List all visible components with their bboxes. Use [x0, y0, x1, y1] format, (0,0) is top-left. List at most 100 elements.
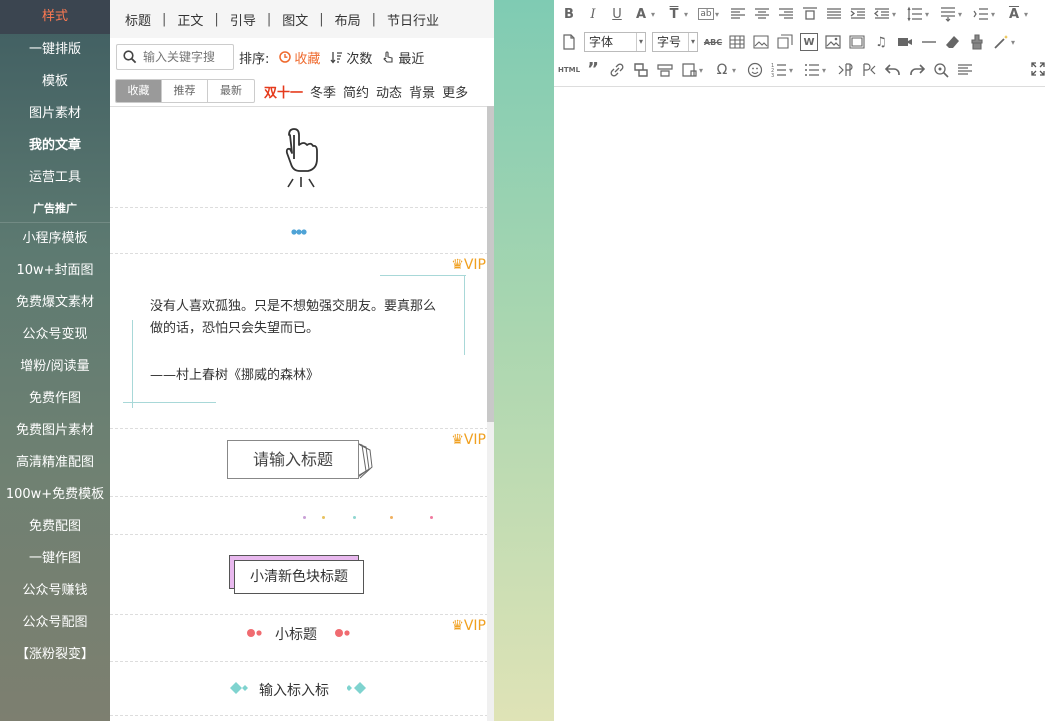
undo-icon[interactable]: [884, 61, 902, 79]
search-box[interactable]: [116, 44, 234, 70]
font-color-icon[interactable]: A: [632, 5, 650, 23]
search-replace-icon[interactable]: [932, 61, 950, 79]
word-import-icon[interactable]: W: [800, 33, 818, 51]
sidebar-item[interactable]: 广告推广: [0, 194, 110, 223]
sidebar-item[interactable]: 【涨粉裂变】: [0, 639, 110, 671]
background-color-dropdown-icon[interactable]: ▾: [684, 10, 692, 19]
magic-wand-dropdown-icon[interactable]: ▾: [1011, 38, 1019, 47]
link-icon[interactable]: [608, 61, 626, 79]
letter-spacing-icon[interactable]: [972, 5, 990, 23]
text-case-icon[interactable]: ab: [698, 8, 714, 20]
font-size-select[interactable]: 字号 ▾: [652, 32, 698, 52]
sort-favorites-button[interactable]: 收藏: [279, 48, 320, 67]
unordered-list-icon[interactable]: [803, 61, 821, 79]
picture-frame-icon[interactable]: [848, 33, 866, 51]
blockquote-icon[interactable]: ”: [584, 61, 602, 79]
category-tab[interactable]: 布局: [328, 10, 368, 29]
sidebar-item[interactable]: 运营工具: [0, 162, 110, 194]
align-top-icon[interactable]: [801, 5, 819, 23]
insert-frame-icon[interactable]: [680, 61, 698, 79]
text-case-dropdown-icon[interactable]: ▾: [715, 10, 723, 19]
template-icon[interactable]: [656, 61, 674, 79]
filter-tag[interactable]: 简约: [343, 82, 369, 101]
font-family-select[interactable]: 字体 ▾: [584, 32, 646, 52]
line-spacing-icon[interactable]: [906, 5, 924, 23]
search-input[interactable]: [143, 50, 233, 64]
filter-tag[interactable]: 更多: [442, 82, 468, 101]
sort-count-button[interactable]: 次数: [330, 48, 372, 67]
filter-tag[interactable]: 背景: [409, 82, 435, 101]
align-right-icon[interactable]: [777, 5, 795, 23]
music-icon[interactable]: ♫: [872, 33, 890, 51]
filter-segment-button[interactable]: 最新: [208, 80, 254, 102]
magic-wand-icon[interactable]: [992, 33, 1010, 51]
unordered-list-dropdown-icon[interactable]: ▾: [822, 66, 830, 75]
style-list-scrollbar[interactable]: [487, 106, 494, 721]
direction-ltr-icon[interactable]: [836, 61, 854, 79]
unlink-icon[interactable]: [632, 61, 650, 79]
fullscreen-icon[interactable]: [1031, 62, 1045, 76]
style-card-title-pages[interactable]: ♛VIP 请输入标题: [110, 429, 488, 497]
underline-icon[interactable]: U: [608, 5, 626, 23]
indent-icon[interactable]: [849, 5, 867, 23]
sidebar-item[interactable]: 样式: [0, 0, 110, 34]
sidebar-item[interactable]: 100w+免费模板: [0, 479, 110, 511]
background-color-icon[interactable]: T: [665, 5, 683, 23]
table-icon[interactable]: [728, 33, 746, 51]
justify-icon[interactable]: [825, 5, 843, 23]
paragraph-spacing-icon[interactable]: [939, 5, 957, 23]
sidebar-item[interactable]: 高清精准配图: [0, 447, 110, 479]
letter-spacing-dropdown-icon[interactable]: ▾: [991, 10, 999, 19]
sidebar-item[interactable]: 免费图片素材: [0, 415, 110, 447]
sidebar-item[interactable]: 小程序模板: [0, 223, 110, 255]
category-tab[interactable]: 标题: [118, 10, 158, 29]
font-color-dropdown-icon[interactable]: ▾: [651, 10, 659, 19]
sidebar-item[interactable]: 增粉/阅读量: [0, 351, 110, 383]
sidebar-item[interactable]: 公众号配图: [0, 607, 110, 639]
sidebar-item[interactable]: 免费爆文素材: [0, 287, 110, 319]
html-source-icon[interactable]: HTML: [558, 61, 580, 79]
category-tab[interactable]: 节日行业: [380, 10, 446, 29]
ordered-list-icon[interactable]: 123: [770, 61, 788, 79]
sidebar-item[interactable]: 一键作图: [0, 543, 110, 575]
style-card-subtitle[interactable]: ♛VIP 小标题: [110, 615, 488, 662]
align-center-icon[interactable]: [753, 5, 771, 23]
paragraph-format-icon[interactable]: [956, 61, 974, 79]
multi-image-icon[interactable]: [776, 33, 794, 51]
sidebar-item[interactable]: 免费配图: [0, 511, 110, 543]
video-icon[interactable]: [896, 33, 914, 51]
style-card-fresh-block[interactable]: 小清新色块标题: [110, 535, 488, 615]
category-tab[interactable]: 引导: [223, 10, 263, 29]
clear-format-dropdown-icon[interactable]: ▾: [1024, 10, 1032, 19]
image-icon[interactable]: [752, 33, 770, 51]
category-tab[interactable]: 正文: [170, 10, 210, 29]
style-card-diamond-title[interactable]: 输入标入标: [110, 662, 488, 716]
sidebar-item[interactable]: 一键排版: [0, 34, 110, 66]
eraser-icon[interactable]: [944, 33, 962, 51]
bold-icon[interactable]: B: [560, 5, 578, 23]
filter-segment-button[interactable]: 推荐: [162, 80, 208, 102]
align-left-icon[interactable]: [729, 5, 747, 23]
category-tab[interactable]: 图文: [275, 10, 315, 29]
paragraph-spacing-dropdown-icon[interactable]: ▾: [958, 10, 966, 19]
sidebar-item[interactable]: 公众号赚钱: [0, 575, 110, 607]
scrollbar-thumb[interactable]: [487, 106, 494, 422]
sidebar-item[interactable]: 免费作图: [0, 383, 110, 415]
ordered-list-dropdown-icon[interactable]: ▾: [789, 66, 797, 75]
new-document-icon[interactable]: [560, 33, 578, 51]
filter-segment-button[interactable]: 收藏: [116, 80, 162, 102]
filter-tag[interactable]: 双十一: [264, 82, 303, 101]
strikethrough-icon[interactable]: ABC: [704, 33, 722, 51]
sidebar-item[interactable]: 模板: [0, 66, 110, 98]
style-card-hand[interactable]: [110, 107, 488, 208]
style-card-quote[interactable]: ♛VIP 没有人喜欢孤独。只是不想勉强交朋友。要真那么做的话，恐怕只会失望而已。…: [110, 254, 488, 429]
filter-tag[interactable]: 动态: [376, 82, 402, 101]
insert-frame-dropdown-icon[interactable]: ▾: [699, 66, 707, 75]
line-spacing-dropdown-icon[interactable]: ▾: [925, 10, 933, 19]
style-card-color-dots[interactable]: [110, 497, 488, 535]
outdent-dropdown-icon[interactable]: ▾: [892, 10, 900, 19]
sidebar-item[interactable]: 我的文章: [0, 130, 110, 162]
sort-recent-button[interactable]: 最近: [382, 48, 424, 67]
special-char-icon[interactable]: Ω: [713, 61, 731, 79]
emoji-icon[interactable]: [746, 61, 764, 79]
